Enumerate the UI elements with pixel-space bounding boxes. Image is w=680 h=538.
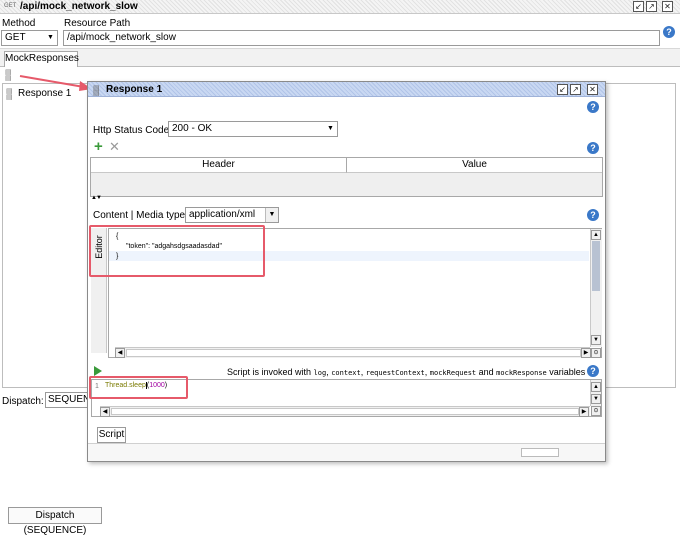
corner-icon: ⊙: [591, 406, 601, 416]
method-badge: GET: [4, 3, 17, 9]
dispatch-select[interactable]: SEQUENC: [45, 392, 91, 408]
toolbar-icon[interactable]: ▤ ▤: [5, 69, 12, 82]
value-column[interactable]: Value: [347, 158, 602, 173]
script-text: and: [476, 367, 497, 377]
scroll-down-icon[interactable]: ▼: [591, 335, 601, 345]
response-title: Response 1: [106, 84, 163, 95]
scroll-thumb[interactable]: [111, 408, 579, 415]
close-icon[interactable]: ✕: [587, 84, 598, 95]
vertical-scrollbar[interactable]: ▲ ▼: [590, 229, 602, 347]
scroll-thumb[interactable]: [126, 349, 581, 357]
resource-path-input[interactable]: /api/mock_network_slow: [63, 30, 660, 46]
minimize-icon[interactable]: ↙: [557, 84, 568, 95]
arrow-annotation-icon: [19, 75, 92, 91]
headers-table: Header Value: [90, 157, 603, 197]
chevron-down-icon: ▼: [324, 122, 337, 136]
help-icon[interactable]: ?: [587, 365, 599, 377]
editor-highlight-box: [89, 225, 265, 277]
status-bar: [88, 443, 605, 461]
help-icon[interactable]: ?: [587, 209, 599, 221]
scroll-left-icon[interactable]: ◀: [115, 348, 125, 358]
maximize-icon[interactable]: ↗: [570, 84, 581, 95]
run-icon[interactable]: [94, 366, 102, 376]
script-variable: requestContext: [365, 369, 425, 377]
add-header-icon[interactable]: +: [94, 139, 103, 154]
scroll-up-icon[interactable]: ▲: [591, 382, 601, 392]
minimize-icon[interactable]: ↙: [633, 1, 644, 12]
media-type-select[interactable]: application/xml ▼: [185, 207, 279, 223]
scroll-down-icon[interactable]: ▼: [591, 394, 601, 404]
chevron-down-icon: ▼: [44, 31, 57, 45]
method-value: GET: [5, 32, 26, 43]
mock-response-list: ▤ ▤ Response 1: [2, 83, 90, 388]
help-icon[interactable]: ?: [587, 101, 599, 113]
scroll-up-icon[interactable]: ▲: [591, 230, 601, 240]
help-icon[interactable]: ?: [663, 26, 675, 38]
window-title: /api/mock_network_slow: [20, 1, 138, 12]
maximize-icon[interactable]: ↗: [646, 1, 657, 12]
script-variable: log: [313, 369, 327, 377]
script-text: variables: [546, 367, 586, 377]
tab-mock-responses[interactable]: MockResponses: [4, 51, 79, 67]
header-column[interactable]: Header: [91, 158, 347, 173]
http-status-label: Http Status Code:: [93, 125, 172, 136]
method-label: Method: [2, 18, 36, 29]
method-select[interactable]: GET ▼: [1, 30, 58, 46]
scroll-left-icon[interactable]: ◀: [100, 407, 110, 417]
splitter-icon[interactable]: ▲▼: [91, 195, 102, 201]
vertical-scrollbar[interactable]: ▲ ▼: [590, 380, 601, 406]
script-description: Script is invoked with log, context, req…: [227, 367, 585, 377]
dispatch-label: Dispatch:: [2, 396, 44, 407]
chevron-down-icon: ▼: [265, 208, 278, 222]
horizontal-scrollbar[interactable]: ◀ ▶: [115, 347, 591, 358]
response-icon: ▤ ▤: [93, 85, 100, 97]
response-title-bar: ▤ ▤ Response 1 ↙ ↗ ✕: [88, 82, 605, 97]
response-icon: ▤ ▤: [6, 88, 13, 101]
remove-header-icon[interactable]: ✕: [109, 140, 120, 154]
script-variable: mockRequest: [429, 369, 477, 377]
close-icon[interactable]: ✕: [662, 1, 673, 12]
content-label: Content | Media type:: [93, 210, 188, 221]
http-status-value: 200 - OK: [172, 123, 213, 134]
media-type-value: application/xml: [189, 209, 256, 220]
horizontal-scrollbar[interactable]: ◀ ▶: [100, 406, 590, 417]
script-variable: context: [331, 369, 361, 377]
scroll-right-icon[interactable]: ▶: [579, 407, 589, 417]
help-icon[interactable]: ?: [587, 142, 599, 154]
script-text: Script is invoked with: [227, 367, 314, 377]
script-variable: mockResponse: [496, 369, 547, 377]
script-tab[interactable]: Script: [97, 427, 126, 443]
http-status-select[interactable]: 200 - OK ▼: [168, 121, 338, 137]
scroll-thumb[interactable]: [592, 241, 600, 291]
title-bar: GET /api/mock_network_slow ↙ ↗ ✕: [0, 0, 680, 14]
resource-path-label: Resource Path: [64, 18, 131, 29]
tab-bar: [0, 48, 680, 67]
progress-bar: [521, 448, 559, 457]
scroll-right-icon[interactable]: ▶: [581, 348, 591, 358]
corner-icon: ⊙: [591, 348, 601, 358]
script-highlight-box: [89, 376, 188, 399]
dispatch-button[interactable]: Dispatch (SEQUENCE): [8, 507, 102, 536]
